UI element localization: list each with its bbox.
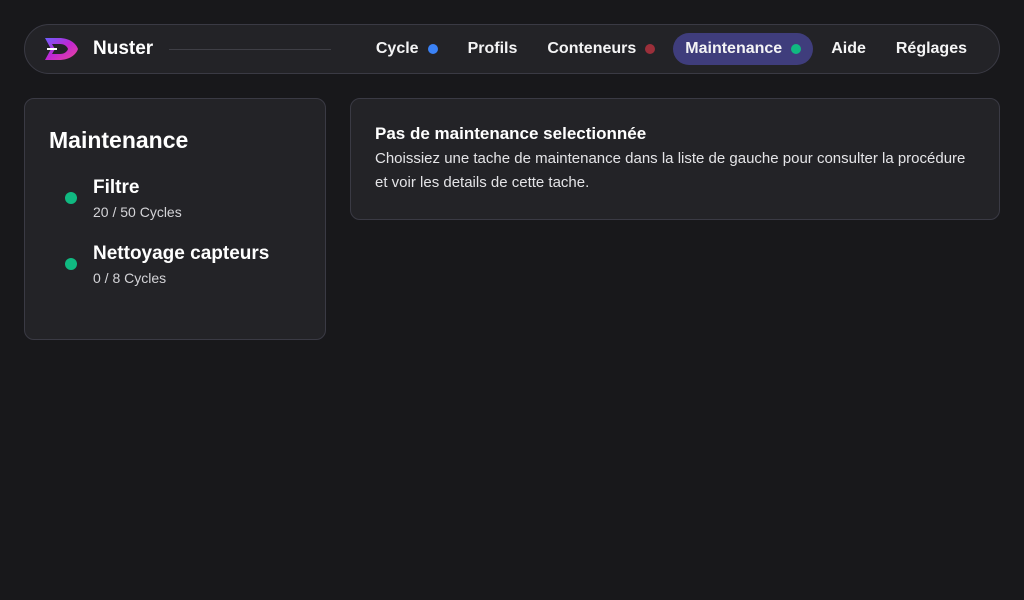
nuster-logo-icon (43, 34, 81, 64)
nav-item-label: Cycle (375, 40, 419, 57)
task-text: Nettoyage capteurs 0 / 8 Cycles (93, 242, 269, 286)
brand-divider (169, 48, 332, 50)
nav-item-cycle[interactable]: Cycle (364, 33, 450, 65)
nav-item-label: Profils (467, 40, 518, 57)
task-cycles: 0 / 8 Cycles (93, 270, 167, 286)
top-navigation-bar: Nuster Cycle Profils Conteneurs Maintena… (24, 24, 1000, 74)
app-name: Nuster (93, 38, 154, 59)
task-text: Filtre 20 / 50 Cycles (93, 176, 182, 220)
detail-body: Choissiez une tache de maintenance dans … (375, 150, 966, 191)
maintenance-task-nettoyage-capteurs[interactable]: Nettoyage capteurs 0 / 8 Cycles (49, 242, 301, 286)
main-nav: Cycle Profils Conteneurs Maintenance Aid… (364, 33, 979, 65)
nav-item-label: Maintenance (685, 40, 783, 57)
nav-item-conteneurs[interactable]: Conteneurs (535, 33, 667, 65)
nav-item-reglages[interactable]: Réglages (884, 33, 979, 65)
task-name: Filtre (93, 177, 140, 198)
task-name: Nettoyage capteurs (93, 243, 270, 264)
detail-title: Pas de maintenance selectionnée (375, 124, 647, 143)
status-dot (645, 44, 656, 54)
status-dot (427, 44, 438, 54)
nav-item-profils[interactable]: Profils (456, 33, 530, 65)
nav-item-maintenance[interactable]: Maintenance (673, 33, 814, 65)
nav-item-label: Réglages (895, 40, 967, 57)
nav-item-label: Conteneurs (547, 40, 637, 57)
nav-item-label: Aide (831, 40, 866, 57)
panel-title: Maintenance (49, 127, 189, 153)
task-cycles: 20 / 50 Cycles (93, 204, 182, 220)
maintenance-task-filtre[interactable]: Filtre 20 / 50 Cycles (49, 176, 301, 220)
maintenance-detail-panel: Pas de maintenance selectionnée Choissie… (350, 98, 1000, 220)
status-dot (65, 258, 77, 270)
status-dot (65, 192, 77, 204)
nav-item-aide[interactable]: Aide (819, 33, 878, 65)
maintenance-list-panel: Maintenance Filtre 20 / 50 Cycles Nettoy… (24, 98, 326, 340)
status-dot (791, 44, 802, 54)
